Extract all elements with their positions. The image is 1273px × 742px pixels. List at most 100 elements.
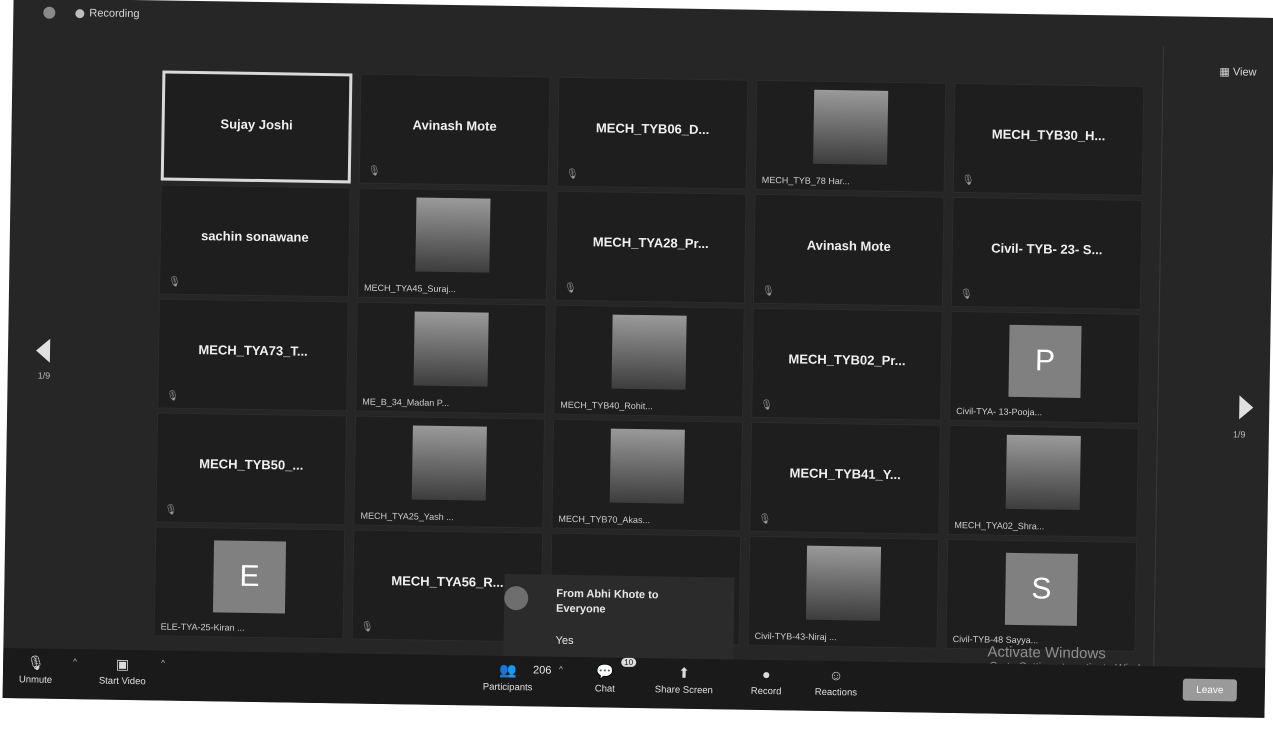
participant-tile[interactable]: sachin sonawane 🎙 (158, 184, 351, 298)
sender-avatar-icon (504, 585, 529, 611)
unmute-button[interactable]: 🎙 Unmute (18, 654, 53, 686)
chat-label: Chat (594, 683, 615, 695)
participant-tile[interactable]: Avinash Mote 🎙 (358, 73, 551, 187)
participant-tile[interactable]: Civil- TYB- 23- S... 🎙 (950, 196, 1143, 310)
chat-title-line2: Everyone (555, 602, 606, 616)
participant-video (415, 197, 491, 273)
participant-tile[interactable]: MECH_TYB06_D... 🎙 (556, 76, 749, 190)
reactions-button[interactable]: ☺ Reactions (814, 667, 858, 699)
participants-button[interactable]: 👥 Participants (483, 662, 533, 694)
muted-mic-icon: 🎙 (367, 165, 381, 177)
recording-icon (75, 9, 85, 19)
next-page-arrow-icon[interactable] (1239, 395, 1254, 420)
share-screen-icon: ⬆ (678, 664, 691, 681)
participant-tile[interactable]: Civil-TYB-43-Niraj ... (747, 535, 940, 649)
page-indicator-left: 1/9 (37, 370, 51, 381)
participant-tile[interactable]: E ELE-TYA-25-Kiran ... (153, 526, 346, 640)
muted-mic-icon: 🎙 (758, 513, 772, 526)
chat-button[interactable]: 💬 Chat (595, 663, 616, 694)
participant-tile[interactable]: P Civil-TYA- 13-Pooja... (949, 310, 1141, 424)
participants-icon: 👥 (499, 661, 517, 679)
top-bar: Recording (13, 0, 1273, 48)
participant-name: Avinash Mote (806, 237, 891, 254)
participant-name: MECH_TYA73_T... (198, 342, 308, 359)
participant-caption: MECH_TYB70_Akas... (558, 513, 651, 526)
participants-label: Participants (482, 681, 533, 694)
share-screen-button[interactable]: ⬆ Share Screen (654, 664, 714, 697)
page-indicator-right: 1/9 (1232, 429, 1246, 440)
participant-tile[interactable]: MECH_TYB30_H... 🎙 (952, 82, 1145, 196)
chat-notification[interactable]: From Abhi Khote to Everyone Yes (503, 573, 735, 670)
participant-video (611, 314, 687, 390)
record-button[interactable]: ● Record (751, 666, 782, 697)
participant-tile[interactable]: MECH_TYB41_Y... 🎙 (749, 421, 941, 535)
panel-divider (1152, 46, 1164, 687)
participant-name: MECH_TYB06_D... (595, 120, 710, 138)
view-button[interactable]: ▦ View (1219, 65, 1256, 79)
participant-caption: ME_B_34_Madan P... (362, 396, 450, 409)
participant-caption: MECH_TYA02_Shra... (954, 519, 1045, 532)
chat-notification-message: Yes (555, 634, 574, 648)
muted-mic-icon: 🎙 (168, 276, 181, 288)
previous-page-arrow-icon[interactable] (35, 338, 51, 363)
audio-options-chevron-icon[interactable]: ^ (73, 657, 77, 666)
participant-name: MECH_TYB41_Y... (789, 465, 901, 483)
participant-tile[interactable]: MECH_TYB40_Rohit... (553, 304, 745, 418)
participants-chevron-icon[interactable]: ^ (559, 665, 563, 674)
muted-mic-icon: 🎙 (563, 282, 577, 295)
participant-tile[interactable]: MECH_TYA28_Pr... 🎙 (554, 190, 747, 304)
record-label: Record (750, 685, 782, 698)
unmute-label: Unmute (18, 674, 53, 686)
muted-mic-icon: 🎙 (360, 621, 374, 633)
participant-tile[interactable]: MECH_TYA25_Yash ... (353, 415, 546, 529)
participant-avatar: E (212, 540, 287, 614)
participant-name: MECH_TYB30_H... (991, 126, 1106, 144)
chat-title-line1: From Abhi Khote to (556, 587, 659, 602)
reactions-label: Reactions (814, 686, 858, 699)
participant-tile[interactable]: MECH_TYA73_T... 🎙 (157, 298, 349, 412)
share-screen-label: Share Screen (654, 684, 713, 697)
participant-tile[interactable]: MECH_TYB70_Akas... (551, 418, 744, 532)
participant-video (411, 425, 487, 501)
participant-tile[interactable]: MECH_TYB50_... 🎙 (155, 412, 348, 526)
grid-view-icon: ▦ (1219, 66, 1233, 79)
chat-notification-title: From Abhi Khote to Everyone (556, 587, 659, 619)
participant-caption: ELE-TYA-25-Kiran ... (160, 621, 245, 633)
recording-label: Recording (89, 7, 140, 21)
participant-caption: MECH_TYB40_Rohit... (560, 399, 653, 412)
leave-button[interactable]: Leave (1182, 678, 1238, 702)
participant-tile[interactable]: ME_B_34_Madan P... (355, 301, 547, 415)
participant-name: MECH_TYA28_Pr... (592, 234, 709, 252)
participant-video (413, 311, 489, 387)
participant-video (609, 428, 685, 504)
muted-microphone-icon: 🎙 (26, 654, 45, 671)
participants-count: 206 (532, 664, 552, 677)
participant-tile[interactable]: Avinash Mote 🎙 (752, 193, 945, 307)
video-off-icon: ▣ (115, 655, 130, 673)
participant-video (1005, 434, 1081, 510)
view-label: View (1232, 66, 1257, 79)
participant-video (805, 545, 882, 621)
muted-mic-icon: 🎙 (164, 504, 178, 516)
participant-caption: MECH_TYA45_Suraj... (363, 282, 457, 295)
video-options-chevron-icon[interactable]: ^ (161, 659, 165, 668)
participant-avatar: P (1008, 324, 1082, 398)
participant-caption: MECH_TYA25_Yash ... (360, 510, 454, 523)
security-shield-icon[interactable] (43, 6, 56, 19)
participant-tile[interactable]: MECH_TYB02_Pr... 🎙 (751, 307, 943, 421)
participant-video (813, 89, 889, 165)
participant-tile[interactable]: Sujay Joshi (160, 70, 353, 184)
muted-mic-icon: 🎙 (760, 399, 774, 412)
participant-avatar: S (1004, 552, 1078, 626)
participant-tile[interactable]: MECH_TYA45_Suraj... (356, 187, 549, 301)
participant-tile[interactable]: S Civil-TYB-48 Sayya... (945, 538, 1138, 652)
meeting-window: Recording ▦ View 1/9 1/9 Sujay Joshi Avin… (2, 0, 1273, 718)
participant-tile[interactable]: MECH_TYA02_Shra... (947, 424, 1139, 538)
participant-tile[interactable]: MECH_TYB_78 Har... (754, 79, 947, 193)
participant-name: Sujay Joshi (220, 116, 293, 133)
participant-name: MECH_TYB02_Pr... (788, 351, 906, 369)
start-video-button[interactable]: ▣ Start Video (99, 655, 146, 687)
participant-caption: MECH_TYB_78 Har... (761, 174, 850, 187)
participant-name: sachin sonawane (200, 228, 309, 245)
participant-name: Avinash Mote (412, 117, 497, 134)
